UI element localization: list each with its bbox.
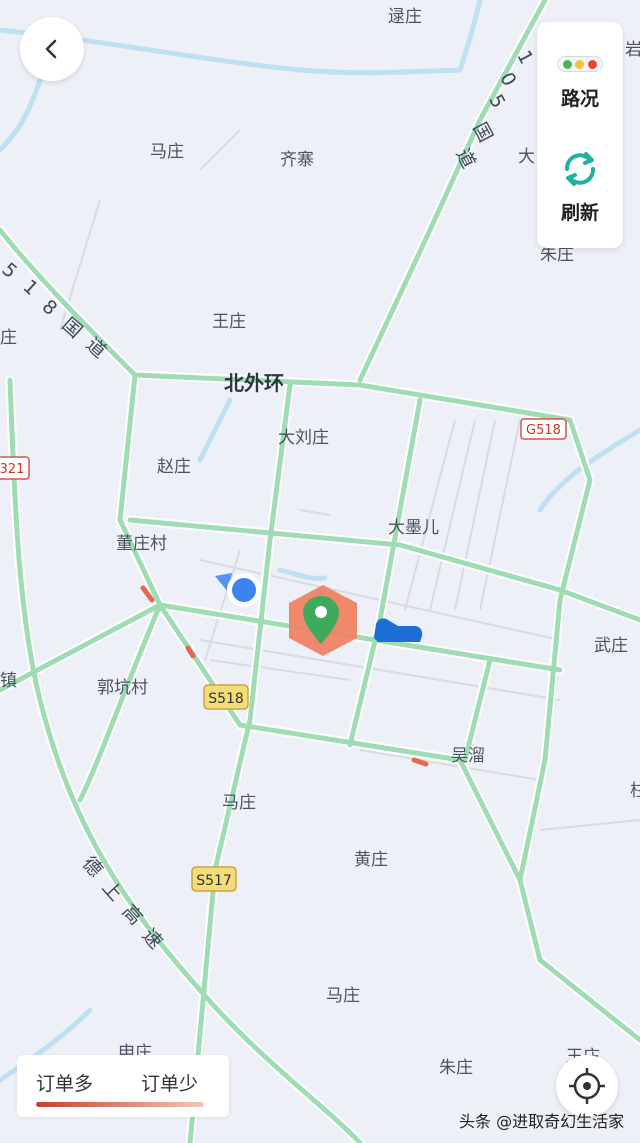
place-label: 马庄 xyxy=(150,142,184,162)
legend-more-label: 订单多 xyxy=(36,1073,94,1095)
svg-text:1: 1 xyxy=(19,276,43,300)
vehicle-icon xyxy=(374,618,423,642)
legend-gradient-bar xyxy=(36,1102,204,1107)
refresh-button[interactable]: 刷新 xyxy=(537,148,623,238)
watermark: 头条 @进取奇幻生活家 xyxy=(459,1112,625,1131)
svg-text:上: 上 xyxy=(98,877,127,906)
place-label: 王庄 xyxy=(212,312,246,332)
place-label: 马庄 xyxy=(326,986,360,1006)
svg-text:G518: G518 xyxy=(526,423,561,438)
place-label: 武庄 xyxy=(594,636,628,656)
place-label: 岩 xyxy=(625,40,640,60)
svg-text:S518: S518 xyxy=(208,691,244,707)
svg-text:8: 8 xyxy=(38,296,62,320)
road-shield-s518: S518 xyxy=(203,684,249,710)
ring-road-label: 北外环 xyxy=(224,371,284,395)
place-label: 大 xyxy=(518,147,535,167)
place-label: 柱 xyxy=(630,781,640,801)
place-label: 吴溜 xyxy=(451,746,485,766)
road-shield-g518: G518 xyxy=(520,418,567,440)
user-location-marker xyxy=(215,573,261,607)
map-controls-panel: 路况 刷新 xyxy=(537,22,623,248)
crosshair-icon xyxy=(569,1068,605,1104)
svg-text:5: 5 xyxy=(0,259,21,283)
traffic-light-icon xyxy=(557,56,603,72)
place-label: 齐寨 xyxy=(280,150,314,170)
refresh-icon xyxy=(565,152,595,186)
chevron-left-icon xyxy=(45,39,57,59)
place-label: 朱庄 xyxy=(439,1058,473,1078)
order-density-legend: 订单多 订单少 xyxy=(17,1055,229,1117)
place-label: 黄庄 xyxy=(354,850,388,870)
road-shield-s517: S517 xyxy=(191,866,237,892)
pickup-zone[interactable] xyxy=(289,585,357,656)
place-label: 庄 xyxy=(0,328,17,348)
place-label: 大墨儿 xyxy=(388,518,439,538)
svg-text:S517: S517 xyxy=(196,873,232,889)
place-label: 董庄村 xyxy=(116,534,167,554)
place-label: 赵庄 xyxy=(157,457,191,477)
place-label: 逯庄 xyxy=(388,7,422,27)
place-label: 马庄 xyxy=(222,793,256,813)
road-shield-g321: 321 xyxy=(0,456,30,480)
traffic-toggle-button[interactable]: 路况 xyxy=(537,56,623,136)
legend-less-label: 订单少 xyxy=(141,1073,199,1095)
place-label: 镇 xyxy=(0,671,17,691)
place-label: 大刘庄 xyxy=(278,428,329,448)
place-label: 郭坑村 xyxy=(97,678,148,698)
place-label: 朱庄 xyxy=(540,245,574,265)
road-name-expressway: 德 上 高 速 xyxy=(78,853,167,954)
svg-text:道: 道 xyxy=(82,334,111,363)
back-button[interactable] xyxy=(20,17,84,81)
svg-text:321: 321 xyxy=(0,462,24,477)
traffic-label: 路况 xyxy=(560,88,599,110)
refresh-label: 刷新 xyxy=(560,202,599,224)
